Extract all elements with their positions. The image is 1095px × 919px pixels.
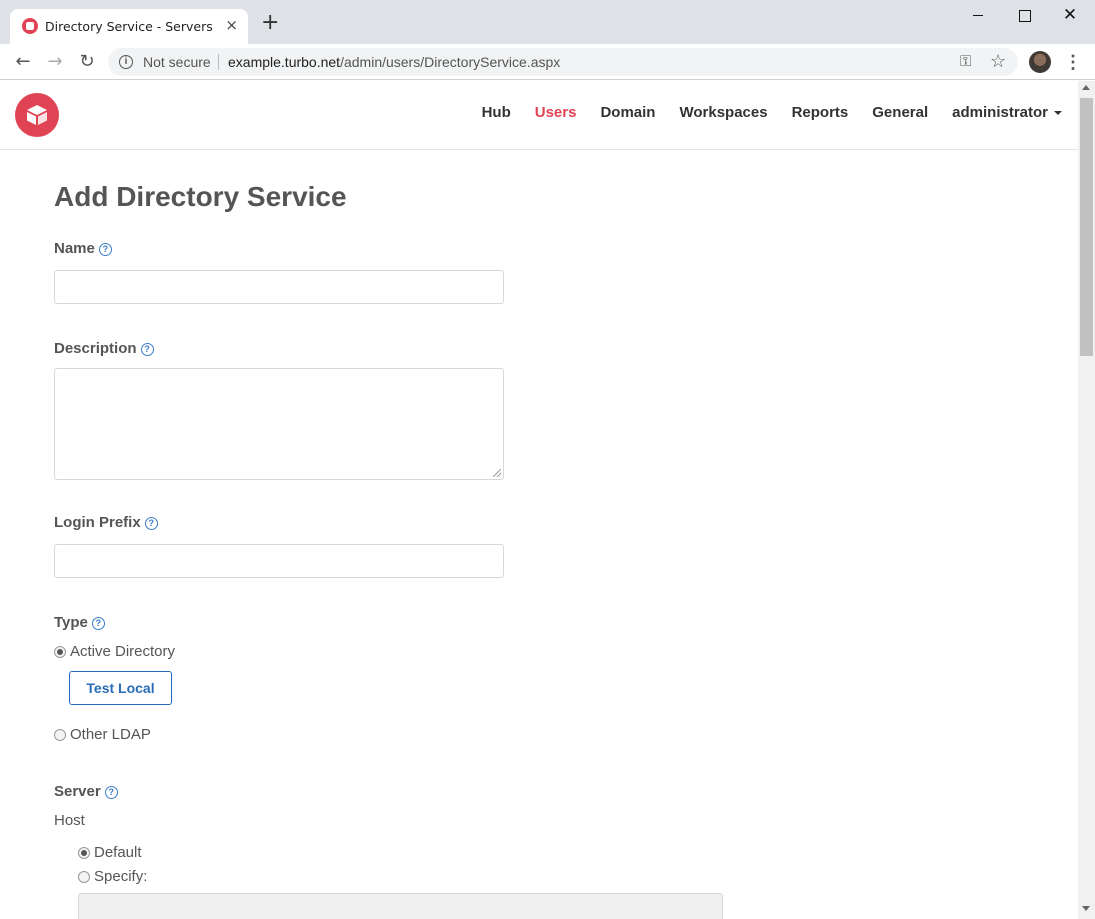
- description-help-icon[interactable]: ?: [140, 343, 154, 356]
- login-prefix-help-icon[interactable]: ?: [144, 517, 158, 530]
- top-navigation: Hub Users Domain Workspaces Reports Gene…: [482, 104, 1062, 121]
- nav-general[interactable]: General: [872, 104, 928, 121]
- minimize-icon[interactable]: [966, 6, 990, 26]
- site-header: Hub Users Domain Workspaces Reports Gene…: [0, 81, 1078, 150]
- scroll-down-arrow-icon[interactable]: [1082, 906, 1090, 911]
- forward-arrow-icon[interactable]: →: [44, 51, 66, 73]
- caret-down-icon: [1054, 111, 1062, 116]
- host-specify-label: Specify:: [94, 868, 148, 885]
- user-menu[interactable]: administrator: [952, 104, 1062, 121]
- key-icon[interactable]: ⚿: [960, 53, 971, 70]
- other-ldap-label: Other LDAP: [70, 726, 151, 743]
- browser-menu-icon[interactable]: ⋮: [1064, 51, 1082, 73]
- active-directory-radio[interactable]: [54, 645, 66, 658]
- page-title: Add Directory Service: [54, 181, 347, 212]
- tab-title: Directory Service - Servers: [45, 19, 213, 34]
- other-ldap-radio[interactable]: [54, 728, 66, 741]
- host-default-radio[interactable]: [78, 846, 90, 859]
- back-arrow-icon[interactable]: ←: [12, 51, 34, 73]
- url-path: /admin/users/DirectoryService.aspx: [340, 54, 561, 70]
- nav-workspaces[interactable]: Workspaces: [679, 104, 767, 121]
- host-specify-radio[interactable]: [78, 870, 90, 883]
- description-label-text: Description: [54, 340, 137, 357]
- login-prefix-label: Login Prefix?: [54, 514, 158, 531]
- host-default-label: Default: [94, 844, 142, 861]
- security-status: Not secure: [143, 54, 211, 70]
- type-label-text: Type: [54, 614, 88, 631]
- user-name: administrator: [952, 104, 1048, 121]
- tab-close-icon[interactable]: ×: [225, 16, 238, 34]
- address-divider: [218, 54, 219, 70]
- test-local-button[interactable]: Test Local: [69, 671, 172, 705]
- active-directory-label: Active Directory: [70, 643, 176, 660]
- browser-titlebar: Directory Service - Servers × + ✕: [0, 0, 1095, 44]
- description-textarea[interactable]: [54, 368, 504, 480]
- login-prefix-label-text: Login Prefix: [54, 514, 141, 531]
- host-default-option[interactable]: Default: [78, 844, 142, 861]
- nav-domain[interactable]: Domain: [600, 104, 655, 121]
- nav-hub[interactable]: Hub: [482, 104, 511, 121]
- url-text[interactable]: example.turbo.net/admin/users/DirectoryS…: [228, 54, 560, 70]
- nav-reports[interactable]: Reports: [792, 104, 849, 121]
- type-other-ldap-option[interactable]: Other LDAP: [54, 726, 151, 743]
- page-viewport: Hub Users Domain Workspaces Reports Gene…: [0, 81, 1078, 919]
- nav-users[interactable]: Users: [535, 104, 577, 121]
- host-specify-option[interactable]: Specify:: [78, 868, 147, 885]
- server-label: Server?: [54, 783, 118, 800]
- cube-icon: [27, 105, 47, 125]
- name-help-icon[interactable]: ?: [98, 243, 112, 256]
- page-scrollbar[interactable]: [1078, 81, 1095, 919]
- type-active-directory-option[interactable]: Active Directory: [54, 643, 175, 660]
- name-input[interactable]: [54, 270, 504, 304]
- scroll-thumb[interactable]: [1080, 98, 1093, 356]
- type-label: Type?: [54, 614, 105, 631]
- server-help-icon[interactable]: ?: [104, 786, 118, 799]
- favicon-icon: [22, 18, 38, 34]
- host-label: Host: [54, 812, 85, 829]
- bookmark-star-icon[interactable]: ☆: [990, 51, 1006, 72]
- type-help-icon[interactable]: ?: [91, 617, 105, 630]
- login-prefix-input[interactable]: [54, 544, 504, 578]
- scroll-up-arrow-icon[interactable]: [1082, 85, 1090, 90]
- turbo-logo[interactable]: [15, 93, 59, 137]
- info-icon[interactable]: i: [119, 55, 133, 69]
- browser-toolbar: ← → ↻ i Not secure example.turbo.net/adm…: [0, 44, 1095, 80]
- maximize-icon[interactable]: [1012, 6, 1036, 26]
- window-close-icon[interactable]: ✕: [1058, 6, 1082, 26]
- name-label: Name?: [54, 240, 112, 257]
- server-label-text: Server: [54, 783, 101, 800]
- reload-icon[interactable]: ↻: [76, 51, 98, 73]
- name-label-text: Name: [54, 240, 95, 257]
- url-host: example.turbo.net: [228, 54, 341, 70]
- host-input[interactable]: [78, 893, 723, 919]
- new-tab-button[interactable]: +: [261, 12, 279, 34]
- browser-tab[interactable]: Directory Service - Servers ×: [10, 9, 248, 44]
- profile-avatar[interactable]: [1029, 51, 1051, 73]
- address-bar[interactable]: i Not secure example.turbo.net/admin/use…: [108, 48, 1018, 76]
- description-label: Description?: [54, 340, 154, 357]
